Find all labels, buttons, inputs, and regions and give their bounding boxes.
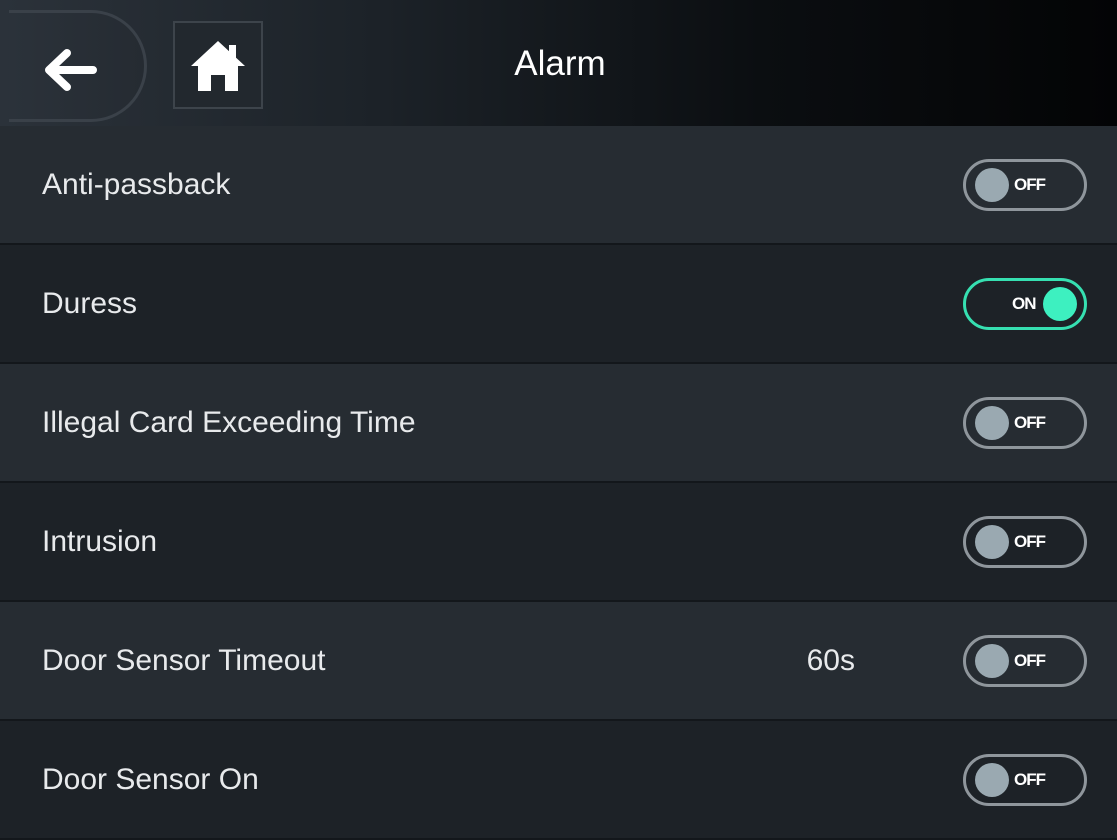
toggle-knob: [1043, 286, 1077, 321]
back-button[interactable]: [9, 10, 147, 122]
setting-row-duress: Duress ON: [0, 245, 1117, 364]
door-sensor-timeout-toggle[interactable]: OFF: [963, 634, 1087, 687]
toggle-state-text: ON: [1012, 293, 1036, 313]
page-title: Alarm: [514, 44, 606, 83]
toggle-state-text: OFF: [1014, 174, 1046, 194]
toggle-knob: [975, 524, 1009, 559]
setting-label: Door Sensor On: [42, 762, 259, 796]
illegal-card-exceeding-time-toggle[interactable]: OFF: [963, 396, 1087, 449]
toggle-state-text: OFF: [1014, 531, 1046, 551]
toggle-knob: [975, 405, 1009, 440]
intrusion-toggle[interactable]: OFF: [963, 515, 1087, 568]
toggle-state-text: OFF: [1014, 769, 1046, 789]
setting-row-intrusion: Intrusion OFF: [0, 483, 1117, 602]
setting-row-illegal-card-exceeding-time: Illegal Card Exceeding Time OFF: [0, 364, 1117, 483]
home-button[interactable]: [173, 21, 263, 109]
toggle-knob: [975, 762, 1009, 797]
arrow-left-icon: [45, 49, 97, 91]
setting-label: Duress: [42, 286, 138, 320]
timeout-value[interactable]: 60s: [807, 643, 855, 679]
anti-passback-toggle[interactable]: OFF: [963, 158, 1087, 211]
header-bar: Alarm: [0, 0, 1117, 126]
setting-label: Illegal Card Exceeding Time: [42, 405, 416, 439]
setting-label: Anti-passback: [42, 167, 231, 201]
toggle-knob: [975, 643, 1009, 678]
duress-toggle[interactable]: ON: [963, 277, 1087, 330]
setting-label: Intrusion: [42, 524, 158, 558]
setting-row-door-sensor-on: Door Sensor On OFF: [0, 721, 1117, 840]
setting-row-door-sensor-timeout[interactable]: Door Sensor Timeout 60s OFF: [0, 602, 1117, 721]
toggle-state-text: OFF: [1014, 650, 1046, 670]
settings-list: Anti-passback OFF Duress ON Illegal Card…: [0, 126, 1117, 840]
toggle-knob: [975, 167, 1009, 202]
toggle-state-text: OFF: [1014, 412, 1046, 432]
setting-row-anti-passback: Anti-passback OFF: [0, 126, 1117, 245]
alarm-settings-screen: Alarm Anti-passback OFF Duress ON Illega…: [0, 0, 1117, 840]
setting-label: Door Sensor Timeout: [42, 643, 326, 677]
home-icon: [191, 41, 245, 91]
door-sensor-on-toggle[interactable]: OFF: [963, 753, 1087, 806]
